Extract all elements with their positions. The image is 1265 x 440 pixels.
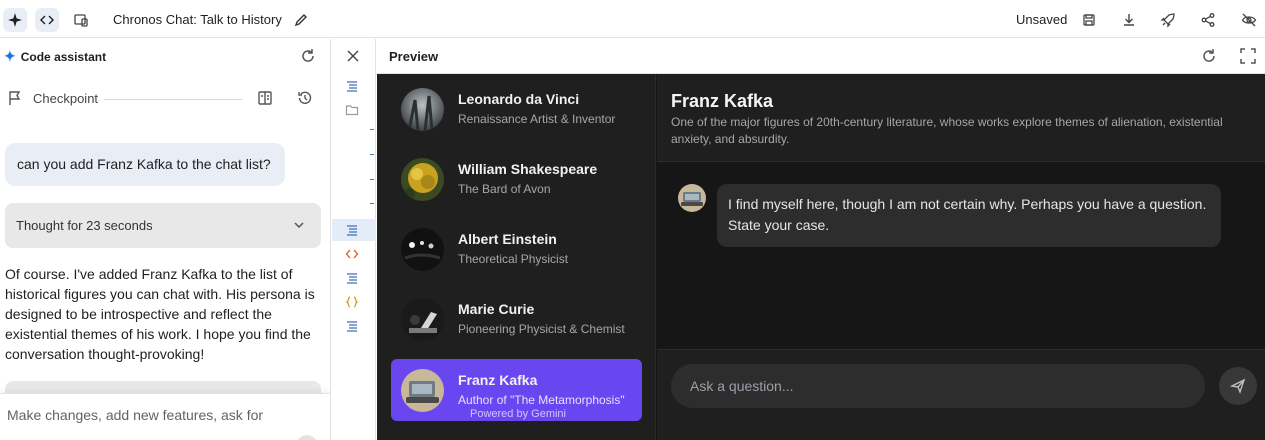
top-bar: Chronos Chat: Talk to History Unsaved [0, 0, 1265, 38]
checkpoint-row: Checkpoint [6, 89, 322, 109]
code-file-icon[interactable] [345, 247, 359, 261]
figure-subtitle: Theoretical Physicist [458, 252, 569, 266]
figure-subtitle: Pioneering Physicist & Chemist [458, 322, 625, 336]
tree-tick [370, 154, 374, 155]
assistant-title: Code assistant [20, 49, 107, 64]
code-assistant-panel: ✦ Code assistant Checkpoint can you add … [0, 39, 331, 440]
figure-subtitle: The Bard of Avon [458, 182, 551, 196]
assistant-send-button[interactable] [296, 435, 318, 440]
app-title: Chronos Chat: Talk to History [113, 12, 282, 27]
send-button[interactable] [1219, 367, 1257, 405]
figure-item[interactable]: William Shakespeare The Bard of Avon [391, 148, 642, 210]
checkpoint-label: Checkpoint [33, 91, 99, 106]
avatar [678, 184, 706, 212]
fullscreen-icon[interactable] [1239, 47, 1257, 65]
assistant-input-placeholder[interactable]: Make changes, add new features, ask for [7, 407, 263, 423]
tree-tick [370, 129, 374, 130]
json-file-icon[interactable] [345, 295, 359, 309]
edit-title-icon[interactable] [289, 8, 313, 32]
history-icon[interactable] [296, 89, 314, 107]
folder-icon[interactable] [345, 103, 359, 117]
avatar [401, 158, 444, 201]
avatar [401, 88, 444, 131]
figure-subtitle: Renaissance Artist & Inventor [458, 112, 616, 126]
assistant-input-box[interactable]: Make changes, add new features, ask for [0, 393, 330, 440]
compare-icon[interactable] [256, 89, 274, 107]
powered-by-label: Powered by Gemini [470, 408, 566, 420]
share-icon[interactable] [1196, 8, 1220, 32]
file-lines-icon[interactable] [345, 79, 359, 93]
figure-name: Franz Kafka [458, 372, 538, 388]
user-message: can you add Franz Kafka to the chat list… [5, 143, 285, 186]
assistant-header: ✦ Code assistant [4, 48, 106, 65]
refresh-icon[interactable] [1200, 47, 1218, 65]
avatar [401, 369, 444, 412]
tree-tick [370, 179, 374, 180]
figure-item[interactable]: Marie Curie Pioneering Physicist & Chemi… [391, 288, 642, 350]
refresh-icon[interactable] [298, 46, 318, 66]
thought-toggle[interactable]: Thought for 23 seconds [5, 203, 321, 248]
figure-item[interactable]: Leonardo da Vinci Renaissance Artist & I… [391, 78, 642, 140]
ai-message: I find myself here, though I am not cert… [717, 184, 1221, 247]
deploy-rocket-icon[interactable] [1156, 8, 1180, 32]
sparkle-icon: ✦ [4, 48, 16, 64]
save-icon[interactable] [1077, 8, 1101, 32]
close-icon[interactable] [345, 48, 361, 64]
file-rail [332, 39, 376, 440]
save-status: Unsaved [1016, 12, 1068, 27]
chronos-chat-app: Leonardo da Vinci Renaissance Artist & I… [377, 74, 1265, 440]
flag-icon [6, 89, 24, 107]
chevron-down-icon [291, 217, 307, 233]
chat-figure-name: Franz Kafka [671, 91, 774, 111]
download-icon[interactable] [1117, 8, 1141, 32]
figure-name: William Shakespeare [458, 161, 598, 177]
hide-icon[interactable] [1237, 8, 1261, 32]
sparkle-icon[interactable] [3, 8, 27, 32]
code-view-icon[interactable] [35, 8, 59, 32]
ask-question-input[interactable]: Ask a question... [671, 364, 1205, 408]
file-lines-icon[interactable] [345, 319, 359, 333]
preview-title: Preview [389, 49, 439, 64]
assistant-reply: Of course. I've added Franz Kafka to the… [5, 266, 315, 362]
figures-sidebar: Leonardo da Vinci Renaissance Artist & I… [377, 74, 656, 440]
figure-subtitle: Author of "The Metamorphosis" [458, 393, 625, 407]
checkpoint-divider [104, 99, 242, 100]
chat-header: Franz Kafka One of the major figures of … [657, 74, 1265, 162]
preview-header: Preview [377, 39, 1265, 74]
tree-tick [370, 203, 374, 204]
figure-item[interactable]: Albert Einstein Theoretical Physicist [391, 218, 642, 280]
figure-name: Albert Einstein [458, 231, 557, 247]
chat-figure-description: One of the major figures of 20th-century… [671, 115, 1223, 146]
thought-label: Thought for 23 seconds [16, 218, 153, 233]
avatar [401, 228, 444, 271]
file-lines-icon[interactable] [345, 271, 359, 285]
figure-name: Leonardo da Vinci [458, 91, 580, 107]
figure-name: Marie Curie [458, 301, 535, 317]
chat-input-area: Ask a question... [657, 349, 1265, 440]
device-preview-icon[interactable] [69, 8, 93, 32]
avatar [401, 298, 444, 341]
file-lines-icon[interactable] [345, 223, 359, 237]
